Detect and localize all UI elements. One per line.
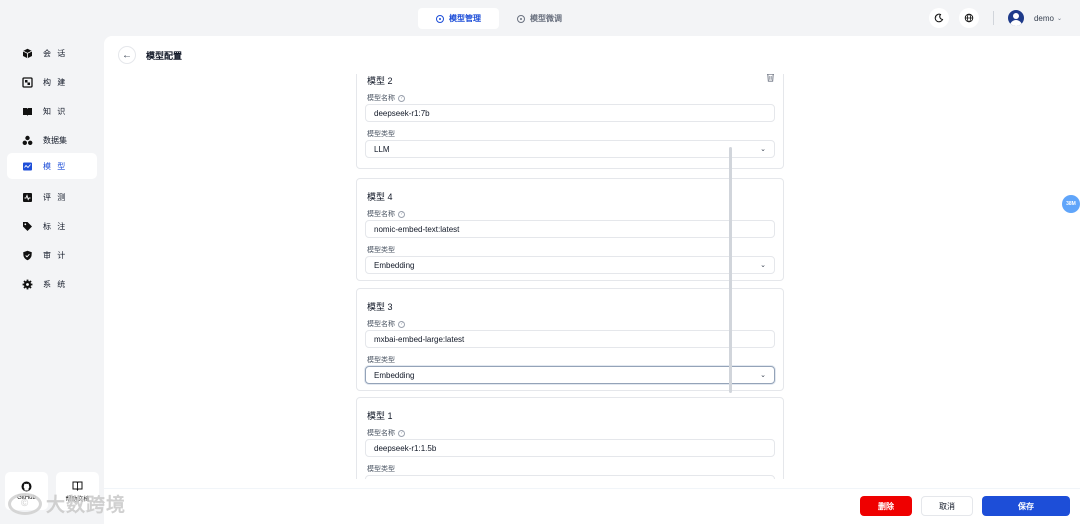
model-card: 模型 3 模型名称? mxbai-embed-large:latest 模型类型…: [356, 288, 784, 391]
cube-icon: [22, 48, 33, 59]
trash-icon[interactable]: [766, 74, 775, 82]
model-name-input[interactable]: deepseek-r1:1.5b: [365, 439, 775, 457]
sidebar-item-model[interactable]: 模 型: [7, 153, 97, 179]
tab-model-management[interactable]: 模型管理: [418, 8, 499, 29]
page-title: 模型配置: [146, 50, 183, 61]
model-name-label: 模型名称?: [367, 209, 405, 219]
username: demo: [1033, 13, 1054, 23]
delete-button[interactable]: 删除: [860, 496, 912, 516]
top-tabs: 模型管理 模型微调: [418, 8, 580, 29]
chevron-down-icon: ⌄: [760, 372, 766, 379]
sidebar-item-label: 系 统: [43, 279, 68, 289]
model-name-label: 模型名称?: [367, 93, 405, 103]
watermark: © 大数跨境: [8, 490, 126, 517]
build-icon: [22, 76, 33, 88]
gear-icon: [22, 279, 33, 290]
chevron-down-icon: ⌄: [1056, 15, 1062, 22]
model-icon: [22, 161, 33, 172]
model-type-label: 模型类型: [367, 131, 395, 138]
model-title: 模型 1: [367, 411, 393, 421]
evaluate-icon: [22, 192, 33, 203]
sidebar: 会 话 构 建 知 识 数据集 模 型 评 测 标 注 审 计 系 统 GitH…: [0, 36, 104, 524]
model-type-select[interactable]: Embedding ⌄: [365, 256, 775, 274]
model-name-input[interactable]: mxbai-embed-large:latest: [365, 330, 775, 348]
back-button[interactable]: ←: [118, 46, 136, 64]
tab-label: 模型微调: [530, 14, 562, 23]
target-icon: [517, 14, 525, 23]
cancel-button[interactable]: 取消: [921, 496, 973, 516]
book-icon: [22, 106, 33, 117]
sidebar-item-label: 构 建: [43, 77, 68, 87]
page-header: ← 模型配置: [118, 46, 182, 64]
docs-icon: [72, 481, 83, 491]
chevron-down-icon: ⌄: [760, 262, 766, 269]
user-menu[interactable]: demo ⌄: [1034, 14, 1062, 23]
model-type-select[interactable]: Embedding ⌄: [365, 366, 775, 384]
help-icon[interactable]: ?: [398, 94, 405, 102]
help-icon[interactable]: ?: [398, 320, 405, 328]
model-name-label: 模型名称?: [367, 428, 405, 438]
globe-icon[interactable]: [958, 8, 979, 28]
sidebar-item-label: 数据集: [43, 135, 67, 145]
sidebar-item-audit[interactable]: 审 计: [7, 242, 97, 268]
tab-model-finetune[interactable]: 模型微调: [499, 8, 580, 29]
help-icon[interactable]: ?: [398, 210, 405, 218]
model-list[interactable]: 模型 2 模型名称? deepseek-r1:7b 模型类型 LLM ⌄ 模型 4…: [356, 74, 788, 479]
model-card: 模型 4 模型名称? nomic-embed-text:latest 模型类型 …: [356, 178, 784, 281]
sidebar-item-build[interactable]: 构 建: [7, 69, 97, 95]
arrow-left-icon: ←: [122, 49, 132, 61]
help-icon[interactable]: ?: [398, 429, 405, 437]
model-card: 模型 1 模型名称? deepseek-r1:1.5b 模型类型 ⌄: [356, 397, 784, 479]
shield-icon: [22, 250, 33, 261]
model-card: 模型 2 模型名称? deepseek-r1:7b 模型类型 LLM ⌄: [356, 74, 784, 169]
sidebar-item-label: 会 话: [43, 48, 68, 58]
divider: [992, 11, 994, 25]
sidebar-item-label: 评 测: [43, 192, 68, 202]
model-title: 模型 2: [367, 76, 393, 86]
sidebar-item-chat[interactable]: 会 话: [7, 40, 97, 66]
top-right-controls: demo ⌄: [928, 8, 1062, 28]
chevron-down-icon: ⌄: [760, 146, 766, 153]
watermark-logo-icon: ©: [8, 492, 42, 515]
sidebar-item-label: 模 型: [43, 161, 68, 171]
model-title: 模型 3: [367, 302, 393, 312]
avatar[interactable]: [1007, 10, 1024, 26]
model-name-input[interactable]: deepseek-r1:7b: [365, 104, 775, 122]
sidebar-item-label: 审 计: [43, 250, 68, 260]
tab-label: 模型管理: [449, 14, 481, 23]
sidebar-item-knowledge[interactable]: 知 识: [7, 98, 97, 124]
model-type-label: 模型类型: [367, 357, 395, 364]
model-type-label: 模型类型: [367, 466, 395, 473]
sidebar-item-dataset[interactable]: 数据集: [7, 127, 97, 153]
floating-badge[interactable]: 38M: [1062, 195, 1080, 213]
model-type-label: 模型类型: [367, 247, 395, 254]
main-panel: ← 模型配置 模型 2 模型名称? deepseek-r1:7b 模型类型 LL…: [104, 36, 1080, 488]
sidebar-item-label: 标 注: [43, 221, 68, 231]
model-name-input[interactable]: nomic-embed-text:latest: [365, 220, 775, 238]
dataset-icon: [22, 135, 33, 146]
model-name-label: 模型名称?: [367, 319, 405, 329]
model-title: 模型 4: [367, 192, 393, 202]
scrollbar[interactable]: [729, 147, 732, 393]
action-footer: 删除 取消 保存: [104, 488, 1080, 524]
model-type-select[interactable]: ⌄: [365, 475, 775, 479]
target-icon: [436, 14, 444, 23]
sidebar-item-evaluate[interactable]: 评 测: [7, 184, 97, 210]
top-bar: 模型管理 模型微调 demo ⌄: [0, 0, 1080, 36]
theme-toggle-icon[interactable]: [928, 8, 949, 28]
sidebar-item-system[interactable]: 系 统: [7, 271, 97, 297]
save-button[interactable]: 保存: [982, 496, 1070, 516]
sidebar-item-label: 知 识: [43, 106, 68, 116]
tag-icon: [22, 221, 33, 232]
watermark-text: 大数跨境: [46, 495, 127, 516]
model-type-select[interactable]: LLM ⌄: [365, 140, 775, 158]
sidebar-item-annotate[interactable]: 标 注: [7, 213, 97, 239]
